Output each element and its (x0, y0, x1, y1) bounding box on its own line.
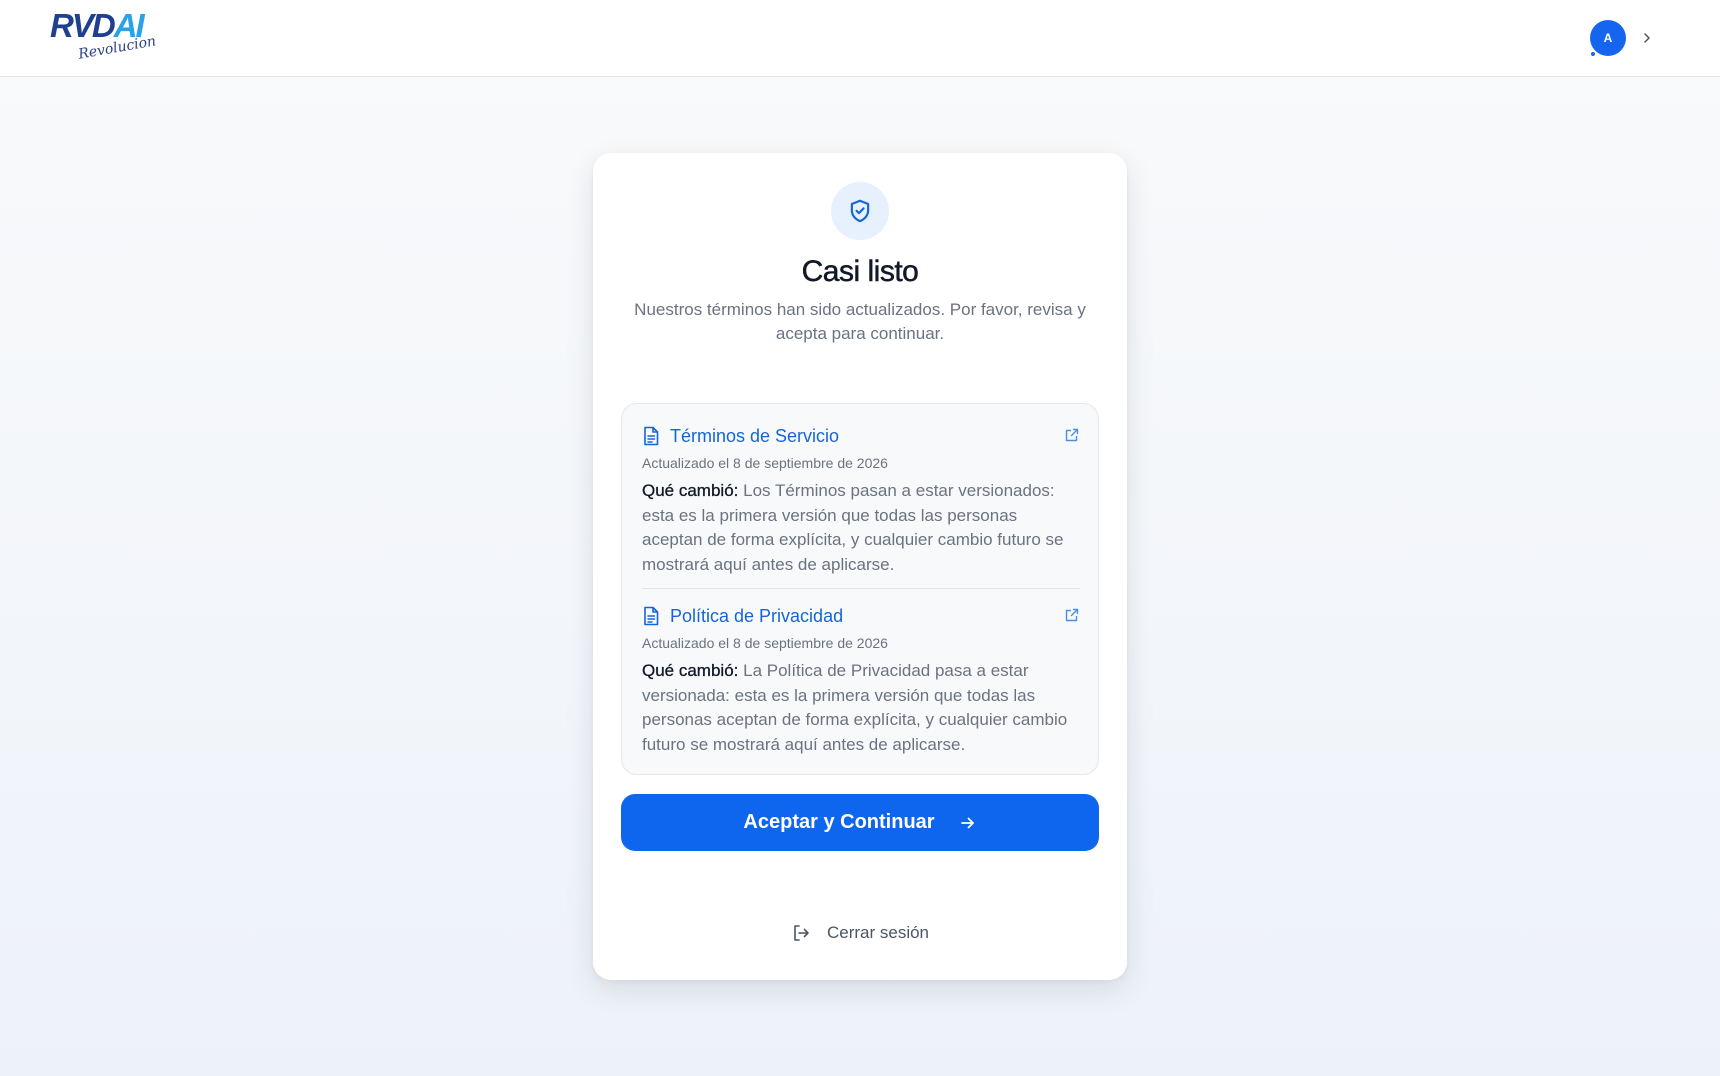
shield-badge (831, 182, 889, 240)
logout-icon (794, 925, 809, 941)
divider (642, 588, 1080, 589)
change-description: Qué cambió: La Política de Privacidad pa… (642, 659, 1080, 757)
updated-date: Actualizado el 8 de septiembre de 2026 (642, 635, 888, 651)
terms-update-card: Casi listo Nuestros términos han sido ac… (593, 153, 1127, 980)
status-dot (1590, 51, 1596, 57)
document-icon (644, 606, 659, 626)
avatar[interactable]: A (1590, 20, 1626, 56)
document-item-privacy: Política de Privacidad Actualizado el 8 … (642, 604, 1080, 757)
documents-panel: Términos de Servicio Actualizado el 8 de… (621, 403, 1099, 775)
arrow-right-icon (960, 817, 974, 828)
page-title: Casi listo (801, 255, 919, 289)
chevron-right-icon[interactable] (1640, 31, 1654, 45)
accept-and-continue-button[interactable]: Aceptar y Continuar (621, 794, 1099, 851)
rvd-ai-logo[interactable]: RVDAI Revolucion (50, 8, 170, 70)
user-menu[interactable]: A (1590, 20, 1650, 57)
shield-check-icon (850, 199, 870, 223)
document-item-terms: Términos de Servicio Actualizado el 8 de… (642, 424, 1080, 577)
change-label: Qué cambió: (642, 661, 739, 680)
terms-of-service-link[interactable]: Términos de Servicio (670, 425, 839, 447)
accept-button-label: Aceptar y Continuar (743, 811, 935, 833)
privacy-policy-link[interactable]: Política de Privacidad (670, 605, 843, 627)
change-description: Qué cambió: Los Términos pasan a estar v… (642, 479, 1080, 577)
logout-button[interactable]: Cerrar sesión (593, 918, 1127, 948)
page-subtitle: Nuestros términos han sido actualizados.… (634, 300, 1086, 343)
external-link-icon[interactable] (1064, 607, 1080, 623)
top-bar: RVDAI Revolucion A (0, 0, 1720, 77)
document-icon (644, 426, 659, 446)
logout-label: Cerrar sesión (826, 923, 930, 942)
external-link-icon[interactable] (1064, 427, 1080, 443)
updated-date: Actualizado el 8 de septiembre de 2026 (642, 455, 888, 471)
change-label: Qué cambió: (642, 481, 739, 500)
